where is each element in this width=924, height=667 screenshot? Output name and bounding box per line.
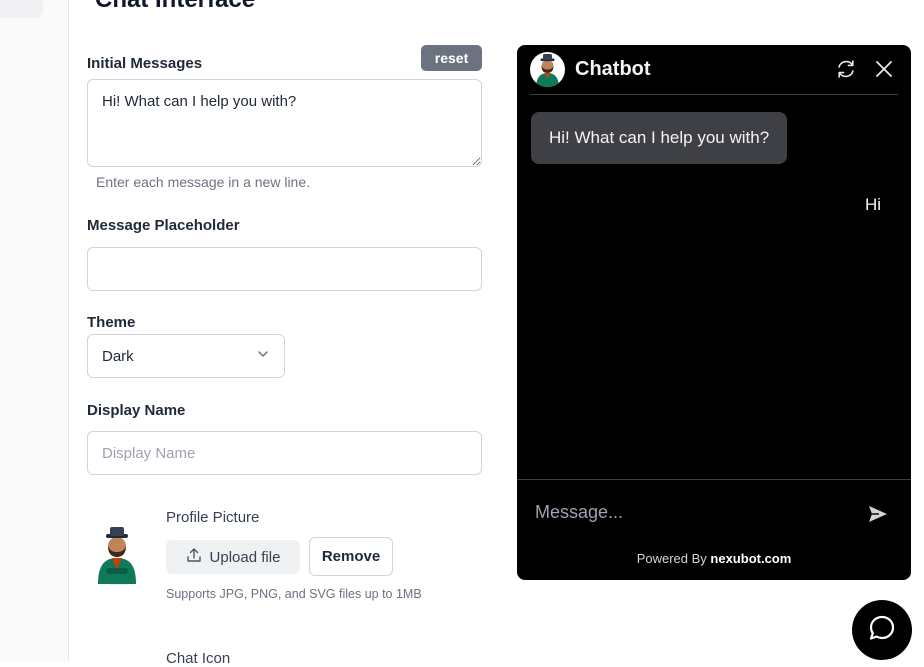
remove-button[interactable]: Remove: [309, 537, 393, 576]
message-placeholder-input[interactable]: [87, 247, 482, 291]
composer-divider: [517, 479, 911, 480]
powered-by-prefix: Powered By: [636, 551, 707, 566]
powered-by-brand[interactable]: nexubot.com: [710, 551, 791, 566]
powered-by: Powered By nexubot.com: [517, 551, 911, 566]
upload-icon: [186, 547, 202, 567]
chat-avatar: [530, 52, 565, 87]
display-name-label: Display Name: [87, 402, 186, 419]
chat-title: Chatbot: [575, 58, 651, 80]
chat-header-divider: [530, 94, 898, 95]
chat-header: Chatbot: [517, 45, 911, 95]
chat-message-input[interactable]: Message...: [535, 502, 623, 523]
chevron-down-icon: [256, 347, 270, 365]
initial-messages-hint: Enter each message in a new line.: [96, 174, 311, 190]
chat-preview-panel: Chatbot Hi! What can I help you with? Hi…: [517, 45, 911, 580]
profile-picture-hint: Supports JPG, PNG, and SVG files up to 1…: [166, 587, 422, 601]
chat-launcher-button[interactable]: [852, 600, 912, 660]
upload-file-button[interactable]: Upload file: [166, 540, 300, 574]
user-message: Hi: [864, 195, 881, 214]
theme-selected-value: Dark: [102, 347, 134, 365]
upload-file-label: Upload file: [209, 548, 281, 566]
send-icon[interactable]: [867, 503, 889, 525]
refresh-icon[interactable]: [834, 57, 858, 81]
theme-select[interactable]: Dark: [87, 334, 285, 378]
profile-picture-label: Profile Picture: [166, 509, 260, 526]
message-placeholder-label: Message Placeholder: [87, 217, 240, 234]
chat-bubble-icon: [867, 613, 897, 648]
reset-button[interactable]: reset: [421, 45, 482, 71]
chat-icon-label: Chat Icon: [166, 650, 231, 667]
profile-picture-preview: [92, 524, 142, 586]
display-name-input[interactable]: [87, 431, 482, 475]
close-icon[interactable]: [872, 57, 896, 81]
initial-messages-textarea[interactable]: [87, 79, 482, 167]
initial-messages-label: Initial Messages: [87, 55, 203, 72]
bot-message-bubble: Hi! What can I help you with?: [531, 112, 788, 164]
sidebar-active-item[interactable]: [0, 0, 43, 18]
theme-label: Theme: [87, 314, 136, 331]
sidebar: [0, 0, 69, 661]
page-title: Chat Interface: [95, 0, 255, 14]
